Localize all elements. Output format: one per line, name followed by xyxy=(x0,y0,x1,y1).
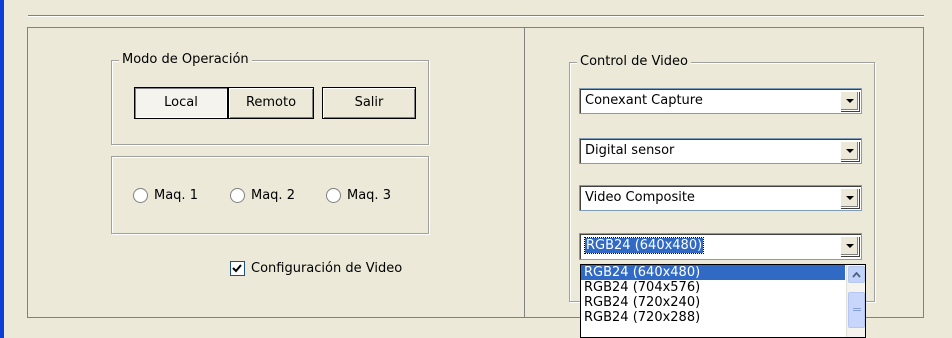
scroll-thumb[interactable] xyxy=(848,292,865,328)
exit-button[interactable]: Salir xyxy=(322,87,416,119)
format-option[interactable]: RGB24 (720x240) xyxy=(581,295,845,310)
window-accent-bar xyxy=(0,0,4,338)
video-control-legend: Control de Video xyxy=(577,54,691,70)
source-select-value: Digital sensor xyxy=(585,143,675,158)
chevron-down-icon[interactable] xyxy=(840,91,859,111)
video-config-label: Configuración de Video xyxy=(251,261,403,276)
machine-label-1: Maq. 1 xyxy=(154,188,198,203)
radio-icon xyxy=(230,188,245,203)
format-option[interactable]: RGB24 (704x576) xyxy=(581,280,845,295)
device-select[interactable]: Conexant Capture xyxy=(579,88,862,114)
local-button[interactable]: Local xyxy=(134,87,228,119)
radio-icon xyxy=(133,188,148,203)
device-select-value: Conexant Capture xyxy=(585,93,703,108)
source-select[interactable]: Digital sensor xyxy=(579,138,862,164)
input-select-value: Video Composite xyxy=(585,190,695,205)
format-option[interactable]: RGB24 (720x288) xyxy=(581,310,845,325)
machine-radio-1[interactable]: Maq. 1 xyxy=(133,188,198,203)
format-option[interactable]: RGB24 (640x480) xyxy=(581,265,845,280)
top-separator xyxy=(28,15,924,17)
local-button-label: Local xyxy=(164,95,198,110)
radio-icon xyxy=(326,188,341,203)
input-select[interactable]: Video Composite xyxy=(579,185,862,211)
chevron-down-icon[interactable] xyxy=(840,236,859,256)
format-select-value: RGB24 (640x480) xyxy=(583,237,705,254)
machine-label-3: Maq. 3 xyxy=(347,188,391,203)
exit-button-label: Salir xyxy=(354,95,384,110)
machine-radio-3[interactable]: Maq. 3 xyxy=(326,188,391,203)
video-config-checkbox[interactable]: Configuración de Video xyxy=(230,261,402,276)
checkmark-icon xyxy=(230,261,245,276)
machine-label-2: Maq. 2 xyxy=(251,188,295,203)
remote-button-label: Remoto xyxy=(245,95,297,110)
remote-button[interactable]: Remoto xyxy=(228,87,314,119)
scroll-up-icon[interactable] xyxy=(848,266,865,283)
format-select[interactable]: RGB24 (640x480) xyxy=(579,233,862,260)
operation-mode-legend: Modo de Operación xyxy=(119,52,252,68)
machine-radio-2[interactable]: Maq. 2 xyxy=(230,188,295,203)
format-dropdown-list: RGB24 (640x480) RGB24 (704x576) RGB24 (7… xyxy=(580,264,866,338)
chevron-down-icon[interactable] xyxy=(840,188,859,208)
dropdown-scrollbar[interactable] xyxy=(846,265,865,337)
chevron-down-icon[interactable] xyxy=(840,141,859,161)
